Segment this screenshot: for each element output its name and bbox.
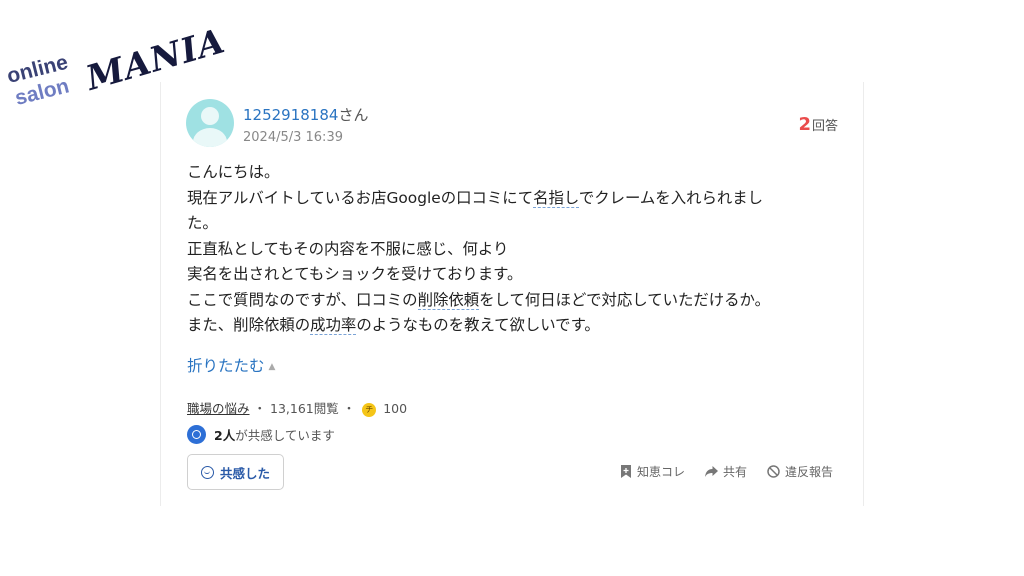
share-button[interactable]: 共有 <box>704 463 747 480</box>
category-link[interactable]: 職場の悩み <box>187 401 250 416</box>
question-card: 1252918184さん 2024/5/3 16:39 2回答 こんにちは。 現… <box>160 82 864 506</box>
empathize-button[interactable]: 共感した <box>187 454 284 490</box>
user-name-link[interactable]: 1252918184 <box>243 106 338 124</box>
collapse-toggle[interactable]: 折りたたむ ▲ <box>187 354 275 376</box>
question-line: ここで質問なのですが、口コミの削除依頼をして何日ほどで対応していただけるか。 <box>187 288 827 314</box>
question-line: 現在アルバイトしているお店Googleの口コミにて名指しでクレームを入れられまし <box>187 186 827 212</box>
chie-kore-button[interactable]: 知恵コレ <box>620 463 685 480</box>
keyword-link[interactable]: 成功率 <box>310 316 357 335</box>
meta-separator: ・ <box>342 401 356 416</box>
coin-amount: 100 <box>383 401 408 416</box>
answer-label: 回答 <box>811 119 838 134</box>
avatar[interactable] <box>186 99 234 147</box>
smile-icon <box>200 465 214 479</box>
question-line: 実名を出されとてもショックを受けております。 <box>187 265 523 283</box>
question-text: をして何日ほどで対応していただけるか。 <box>479 290 771 309</box>
post-timestamp: 2024/5/3 16:39 <box>243 130 343 145</box>
keyword-link[interactable]: 名指し <box>533 188 579 208</box>
question-text: また、削除依頼の <box>187 316 311 334</box>
question-text: 現在アルバイトしているお店Googleの口コミにて <box>187 188 534 207</box>
user-line: 1252918184さん <box>243 104 368 125</box>
question-text: ここで質問なのですが、口コミの <box>187 290 418 309</box>
bookmark-icon <box>620 465 631 478</box>
question-text: でクレームを入れられまし <box>578 188 764 207</box>
question-line: た。 <box>187 214 218 232</box>
answer-count: 2 <box>798 114 811 135</box>
coin-icon: チ <box>362 402 377 417</box>
empathy-count: 2人 <box>214 428 236 443</box>
report-button[interactable]: 違反報告 <box>767 463 833 480</box>
question-body: こんにちは。 現在アルバイトしているお店Googleの口コミにて名指しでクレーム… <box>187 160 827 339</box>
question-meta: 職場の悩み ・ 13,161閲覧 ・ チ 100 <box>187 398 407 417</box>
avatar-body-icon <box>193 128 227 147</box>
user-suffix: さん <box>338 106 369 124</box>
prohibited-icon <box>767 465 780 478</box>
question-line: こんにちは。 <box>187 163 280 181</box>
answer-count-link[interactable]: 2回答 <box>798 114 838 135</box>
caret-up-icon: ▲ <box>268 362 276 372</box>
keyword-link[interactable]: 削除依頼 <box>417 290 480 310</box>
empathy-summary: 2人 が共感しています <box>187 425 335 444</box>
action-bar: 知恵コレ 共有 違反報告 <box>620 463 833 480</box>
avatar-head-icon <box>201 107 219 125</box>
question-line: 正直私としてもその内容を不服に感じ、何より <box>187 239 509 258</box>
question-line: また、削除依頼の成功率のようなものを教えて欲しいです。 <box>187 313 827 339</box>
share-label: 共有 <box>722 465 747 479</box>
collapse-label: 折りたたむ <box>187 357 265 375</box>
report-label: 違反報告 <box>784 465 833 479</box>
share-icon <box>704 465 718 477</box>
empathy-icon <box>187 425 206 444</box>
question-text: のようなものを教えて欲しいです。 <box>356 316 600 334</box>
view-count: 13,161閲覧 <box>270 401 339 416</box>
meta-separator: ・ <box>253 401 267 416</box>
empathize-button-label: 共感した <box>219 465 270 481</box>
empathy-text: が共感しています <box>235 428 335 443</box>
chie-kore-label: 知恵コレ <box>636 465 685 479</box>
